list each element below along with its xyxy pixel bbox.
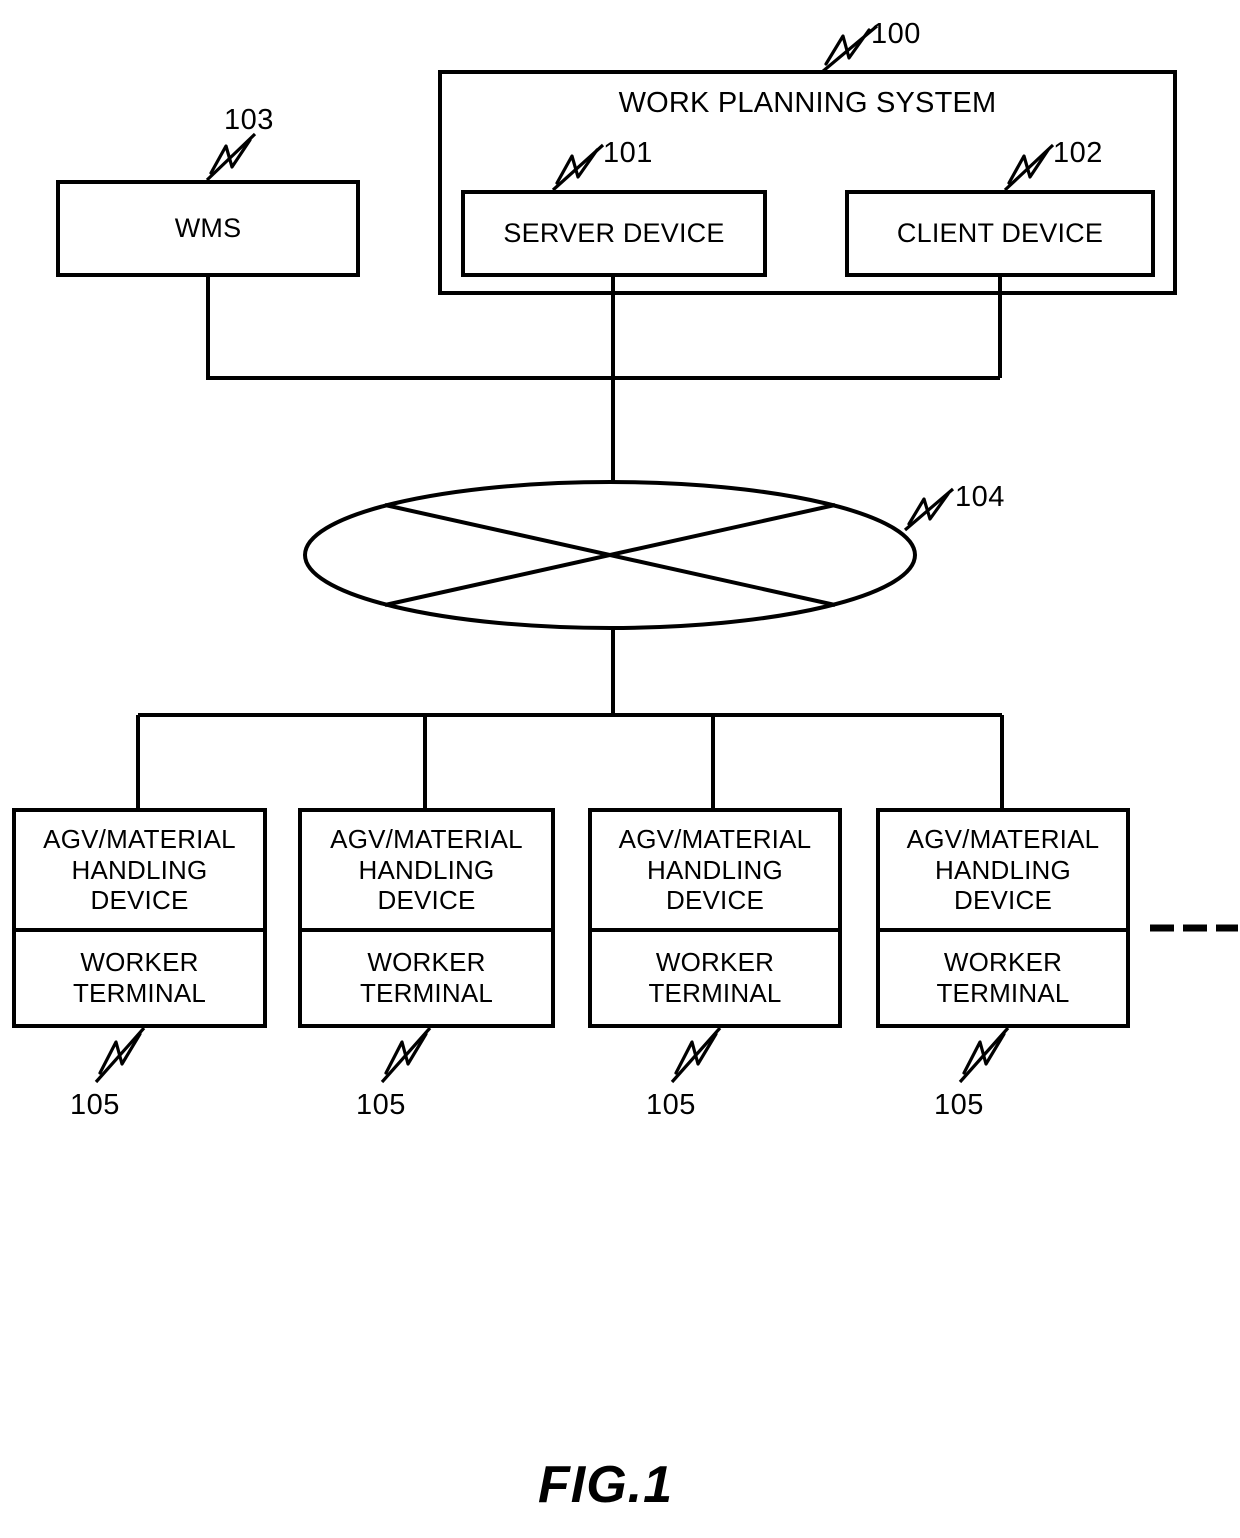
worker-terminal-box-1 [12,928,267,1028]
lead-line-105-3 [670,1026,722,1084]
lead-line-103 [205,132,257,182]
worker-terminal-box-3 [588,928,842,1028]
ref-numeral-104: 104 [955,481,1005,513]
wms-box [56,180,360,277]
client-device-box [845,190,1155,277]
work-planning-system-box [438,70,1177,295]
ref-numeral-103: 103 [224,104,274,136]
ref-numeral-105-2: 105 [356,1089,406,1121]
ref-numeral-105-4: 105 [934,1089,984,1121]
ref-numeral-105-3: 105 [646,1089,696,1121]
ref-numeral-105-1: 105 [70,1089,120,1121]
figure-caption: FIG.1 [538,1456,674,1514]
lead-line-105-4 [958,1026,1010,1084]
agv-device-box-1 [12,808,267,932]
diagram-canvas [12,24,1238,1084]
agv-device-box-4 [876,808,1130,932]
lead-line-100 [820,24,879,74]
worker-terminal-box-4 [876,928,1130,1028]
lead-line-101 [551,143,605,192]
patent-figure-page: WORK PLANNING SYSTEM WMS SERVER DEVICE C… [0,0,1240,1538]
lead-line-105-2 [380,1026,432,1084]
server-device-box [461,190,767,277]
worker-terminal-box-2 [298,928,555,1028]
ref-numeral-100: 100 [871,18,921,50]
lead-line-102 [1003,143,1055,192]
lead-line-104 [903,487,955,532]
lead-line-105-1 [94,1026,146,1084]
ref-numeral-102: 102 [1053,137,1103,169]
ref-numeral-101: 101 [603,137,653,169]
agv-device-box-2 [298,808,555,932]
agv-device-box-3 [588,808,842,932]
connector-wms-to-bus [206,275,1000,380]
